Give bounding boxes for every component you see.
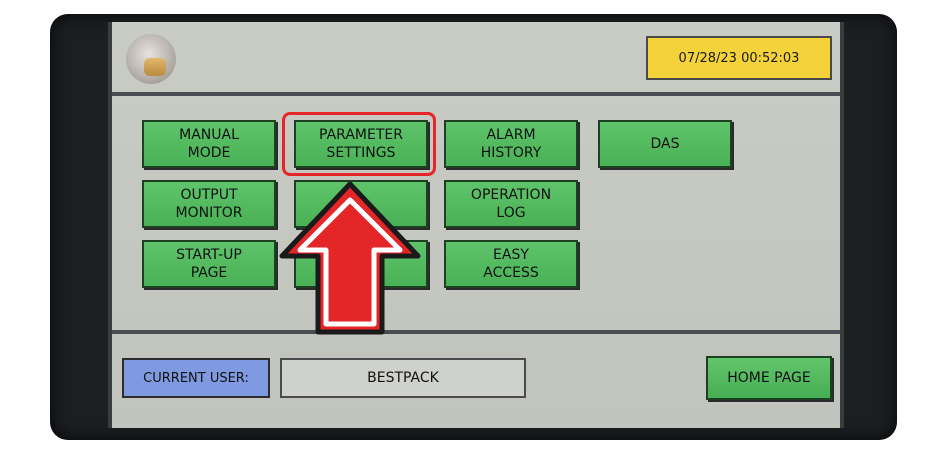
datetime-display: 07/28/23 00:52:03: [646, 36, 832, 80]
logo-icon: [126, 34, 176, 84]
das-button[interactable]: DAS: [598, 120, 732, 168]
alarm-history-button[interactable]: ALARM HISTORY: [444, 120, 578, 168]
top-bar: 07/28/23 00:52:03: [112, 22, 840, 96]
current-user-label: CURRENT USER:: [122, 358, 270, 398]
startup-page-button[interactable]: START-UP PAGE: [142, 240, 276, 288]
easy-access-button[interactable]: EASY ACCESS: [444, 240, 578, 288]
logo-base-shape: [144, 58, 166, 76]
current-user-field[interactable]: BESTPACK: [280, 358, 526, 398]
output-monitor-button[interactable]: OUTPUT MONITOR: [142, 180, 276, 228]
hmi-screen: 07/28/23 00:52:03 MANUAL MODE PARAMETER …: [108, 22, 844, 428]
manual-mode-button[interactable]: MANUAL MODE: [142, 120, 276, 168]
pointer-arrow-icon: [279, 182, 421, 335]
home-page-button[interactable]: HOME PAGE: [706, 356, 832, 400]
parameter-settings-button[interactable]: PARAMETER SETTINGS: [294, 120, 428, 168]
operation-log-button[interactable]: OPERATION LOG: [444, 180, 578, 228]
bottom-bar: CURRENT USER: BESTPACK HOME PAGE: [112, 330, 840, 432]
